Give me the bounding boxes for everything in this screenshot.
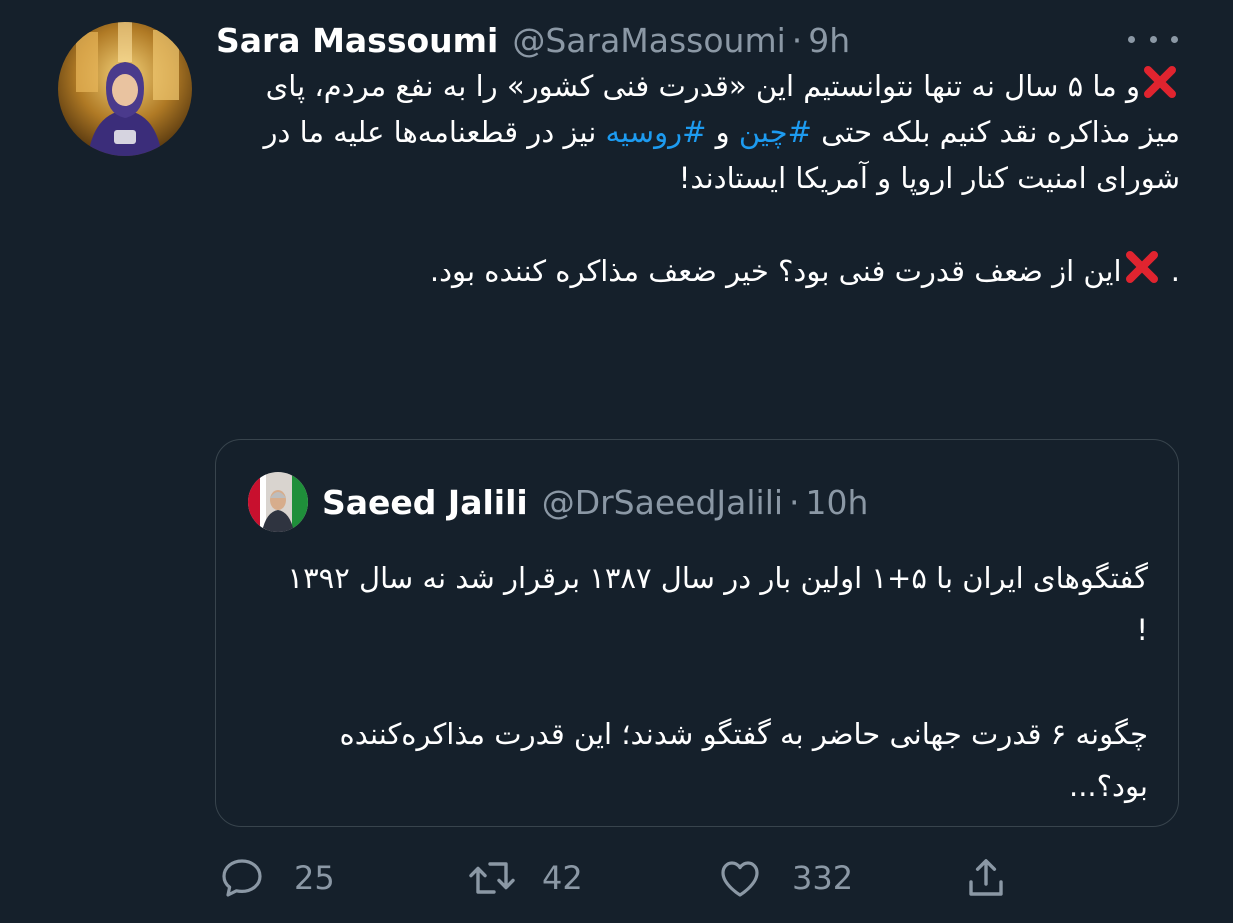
hashtag-link[interactable]: #روسیه <box>606 115 707 149</box>
quoted-tweet-card[interactable]: Saeed Jalili @DrSaeedJalili · 10h گفتگوه… <box>215 439 1179 827</box>
author-avatar[interactable] <box>58 22 192 156</box>
tweet-text-segment: و <box>706 115 739 149</box>
header-separator: · <box>791 20 803 60</box>
cross-mark-icon <box>1140 62 1180 102</box>
tweet-paragraph: و ما ۵ سال نه تنها نتوانستیم این «قدرت ف… <box>230 62 1180 201</box>
reply-count: 25 <box>294 859 335 897</box>
like-button[interactable]: 332 <box>716 848 853 908</box>
quoted-tweet-header: Saeed Jalili @DrSaeedJalili · 10h <box>322 480 868 524</box>
retweet-count: 42 <box>542 859 583 897</box>
share-icon <box>969 859 1003 896</box>
quoted-author-name[interactable]: Saeed Jalili <box>322 483 528 522</box>
hashtag-link[interactable]: #چین <box>739 115 812 149</box>
tweet-paragraph <box>230 201 1180 247</box>
quoted-author-handle[interactable]: @DrSaeedJalili <box>542 483 783 522</box>
reply-icon <box>222 859 262 897</box>
retweet-icon <box>469 862 515 894</box>
quoted-paragraph-2 <box>276 656 1148 708</box>
tweet-header: Sara Massoumi @SaraMassoumi · 9h <box>216 18 1176 62</box>
author-handle[interactable]: @SaraMassoumi <box>512 21 785 60</box>
author-name[interactable]: Sara Massoumi <box>216 21 498 60</box>
quoted-paragraph-1: گفتگوهای ایران با ۵+۱ اولین بار در سال ۱… <box>287 561 1149 647</box>
more-options-icon[interactable] <box>1128 24 1178 54</box>
retweet-button[interactable]: 42 <box>466 848 583 908</box>
quoted-timestamp[interactable]: 10h <box>806 483 869 522</box>
tweet-timestamp[interactable]: 9h <box>808 21 850 60</box>
quoted-author-avatar[interactable] <box>248 472 308 532</box>
tweet-action-bar: 25 42 332 <box>0 848 1233 908</box>
quoted-paragraph-3: چگونه ۶ قدرت جهانی حاضر به گفتگو شدند؛ ا… <box>339 717 1148 803</box>
quoted-tweet-text: گفتگوهای ایران با ۵+۱ اولین بار در سال ۱… <box>276 552 1149 812</box>
like-count: 332 <box>792 859 854 897</box>
tweet-text-segment: این از ضعف قدرت فنی بود؟ خیر ضعف مذاکره … <box>429 254 1122 288</box>
cross-mark-icon <box>1122 247 1162 287</box>
heart-icon <box>721 861 759 897</box>
quoted-header-separator: · <box>789 482 800 522</box>
tweet-paragraph: . این از ضعف قدرت فنی بود؟ خیر ضعف مذاکر… <box>230 247 1180 294</box>
tweet-text-segment: . <box>1161 254 1180 288</box>
share-button[interactable] <box>962 848 1010 908</box>
tweet-text: و ما ۵ سال نه تنها نتوانستیم این «قدرت ف… <box>230 62 1180 294</box>
reply-button[interactable]: 25 <box>218 848 335 908</box>
